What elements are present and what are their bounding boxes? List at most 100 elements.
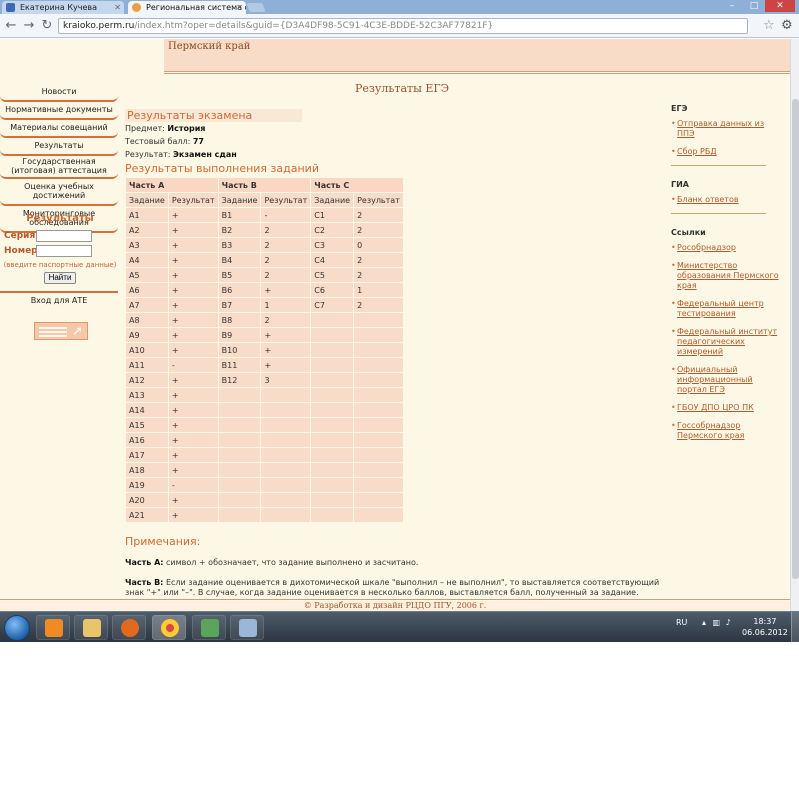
series-input[interactable]: [36, 230, 92, 242]
window-close-icon[interactable]: ✕: [765, 0, 795, 12]
note-part-b: Часть В: Если задание оценивается в дихо…: [125, 578, 670, 598]
show-desktop-button[interactable]: [791, 612, 799, 643]
task-id-cell-a: A13: [126, 388, 168, 402]
nav-item-news[interactable]: Новости: [0, 84, 118, 102]
reload-icon[interactable]: ↻: [39, 18, 55, 34]
nav-item-state-attestation[interactable]: Государственная (итоговая) аттестация: [0, 156, 118, 179]
note-b-text: Если задание оценивается в дихотомическо…: [125, 578, 660, 597]
tray-arrow-icon[interactable]: ▴: [702, 618, 706, 627]
series-row: Серия: [0, 230, 120, 245]
task-result-cell-b: [261, 478, 311, 492]
task-id-cell-c: C2: [311, 223, 354, 237]
task-result-cell-c: [354, 313, 403, 327]
nav-item-meeting-materials[interactable]: Материалы совещаний: [0, 120, 118, 138]
task-result-cell-b: 2: [261, 313, 311, 327]
wrench-menu-icon[interactable]: ⚙: [781, 18, 793, 33]
nav-item-achievement-assessment[interactable]: Оценка учебных достижений: [0, 179, 118, 206]
link-ege-portal[interactable]: Официальный информационный портал ЕГЭ: [671, 365, 784, 395]
result-value: Экзамен сдан: [173, 150, 237, 159]
tab-1-label: Екатерина Кучева: [20, 3, 98, 12]
task-id-cell-b: [218, 418, 261, 432]
link-gbou-cro[interactable]: ГБОУ ДПО ЦРО ПК: [671, 403, 784, 413]
task-id-cell-b: [218, 433, 261, 447]
banner-button[interactable]: ➚: [34, 322, 88, 340]
task-id-cell-c: C1: [311, 208, 354, 222]
scrollbar-thumb[interactable]: [792, 99, 799, 579]
nav-item-normative-docs[interactable]: Нормативные документы: [0, 102, 118, 120]
task-id-cell-c: [311, 403, 354, 417]
page-viewport: Пермский край Результаты ЕГЭ Новости Нор…: [0, 39, 790, 611]
link-gossobrnadzor[interactable]: Госсобрнадзор Пермского края: [671, 421, 784, 441]
ate-login-link[interactable]: Вход для АТЕ: [0, 296, 118, 305]
sidebar-divider: [671, 165, 766, 166]
task-id-cell-c: [311, 508, 354, 522]
task-result-cell-a: +: [168, 238, 218, 252]
minimize-icon[interactable]: –: [721, 0, 743, 12]
language-indicator[interactable]: RU: [676, 618, 687, 627]
link-answer-form[interactable]: Бланк ответов: [671, 195, 784, 205]
firefox-icon[interactable]: [112, 615, 146, 640]
link-ministry-perm[interactable]: Министерство образования Пермского края: [671, 261, 784, 291]
volume-icon[interactable]: ♪: [726, 618, 731, 627]
task-result-cell-a: +: [168, 313, 218, 327]
start-button[interactable]: [4, 615, 30, 641]
task-result-cell-c: [354, 448, 403, 462]
task-id-cell-c: [311, 343, 354, 357]
vertical-scrollbar[interactable]: [790, 39, 799, 611]
task-result-cell-b: +: [261, 358, 311, 372]
footer-copyright: © Разработка и дизайн РЦДО ПГУ, 2006 г.: [0, 601, 790, 611]
screen: Екатерина Кучева ✕ Региональная система …: [0, 0, 799, 800]
new-tab-button[interactable]: [246, 3, 266, 12]
browser-tab-1[interactable]: Екатерина Кучева ✕: [2, 1, 124, 14]
task-result-cell-b: +: [261, 343, 311, 357]
col-result-b: Результат: [261, 193, 311, 207]
parts-header-row: Часть А Часть В Часть С: [126, 178, 403, 192]
task-result-cell-c: [354, 343, 403, 357]
task-id-cell-a: A19: [126, 478, 168, 492]
address-bar[interactable]: kraioko.perm.ru/index.htm?oper=details&g…: [58, 18, 748, 34]
subject-line: Предмет: История: [125, 122, 665, 135]
link-testing-center[interactable]: Федеральный центр тестирования: [671, 299, 784, 319]
ate-divider: [0, 291, 118, 293]
task-id-cell-c: [311, 373, 354, 387]
table-row: A1 + B1- C1 2: [126, 208, 403, 222]
close-tab-icon[interactable]: ✕: [114, 1, 121, 14]
columns-header-row: Задание Результат Задание Результат Зада…: [126, 193, 403, 207]
score-line: Тестовый балл: 77: [125, 135, 665, 148]
browser-tab-2[interactable]: Региональная система оц ✕: [128, 1, 246, 14]
bookmark-star-icon[interactable]: ☆: [763, 18, 775, 33]
back-arrow-icon[interactable]: ←: [3, 18, 19, 34]
nav-item-results[interactable]: Результаты: [0, 138, 118, 156]
gia-heading: ГИА: [671, 180, 689, 189]
number-input[interactable]: [36, 245, 92, 257]
paint-icon[interactable]: [230, 615, 264, 640]
task-id-cell-b: B10: [218, 343, 261, 357]
task-result-cell-b: 2: [261, 223, 311, 237]
table-row: A16 +: [126, 433, 403, 447]
task-id-cell-a: A2: [126, 223, 168, 237]
explorer-icon[interactable]: [74, 615, 108, 640]
task-id-cell-b: B1: [218, 208, 261, 222]
find-button[interactable]: Найти: [44, 272, 76, 284]
media-player-icon[interactable]: [36, 615, 70, 640]
left-navigation: Новости Нормативные документы Материалы …: [0, 84, 120, 233]
forward-arrow-icon[interactable]: →: [21, 18, 37, 34]
chrome-icon[interactable]: [152, 615, 186, 640]
table-row: A19-: [126, 478, 403, 492]
link-rbd-collection[interactable]: Сбор РБД: [671, 147, 784, 157]
task-result-cell-a: +: [168, 433, 218, 447]
score-value: 77: [192, 137, 204, 146]
network-icon[interactable]: ▥: [713, 618, 721, 627]
app-icon[interactable]: [192, 615, 226, 640]
link-fipi[interactable]: Федеральный институт педагогических изме…: [671, 327, 784, 357]
taskbar-clock[interactable]: 18:37 06.06.2012: [742, 616, 788, 638]
task-result-cell-b: [261, 508, 311, 522]
task-id-cell-b: [218, 493, 261, 507]
link-send-ppe-data[interactable]: Отправка данных из ППЭ: [671, 119, 784, 139]
table-row: A10 + B10 +: [126, 343, 403, 357]
close-tab-icon[interactable]: ✕: [236, 1, 243, 14]
maximize-icon[interactable]: □: [743, 0, 765, 12]
link-rosobrnadzor[interactable]: Рособрнадзор: [671, 243, 784, 253]
main-content: Результаты экзамена Предмет: История Тес…: [125, 109, 665, 598]
task-result-cell-b: 1: [261, 298, 311, 312]
